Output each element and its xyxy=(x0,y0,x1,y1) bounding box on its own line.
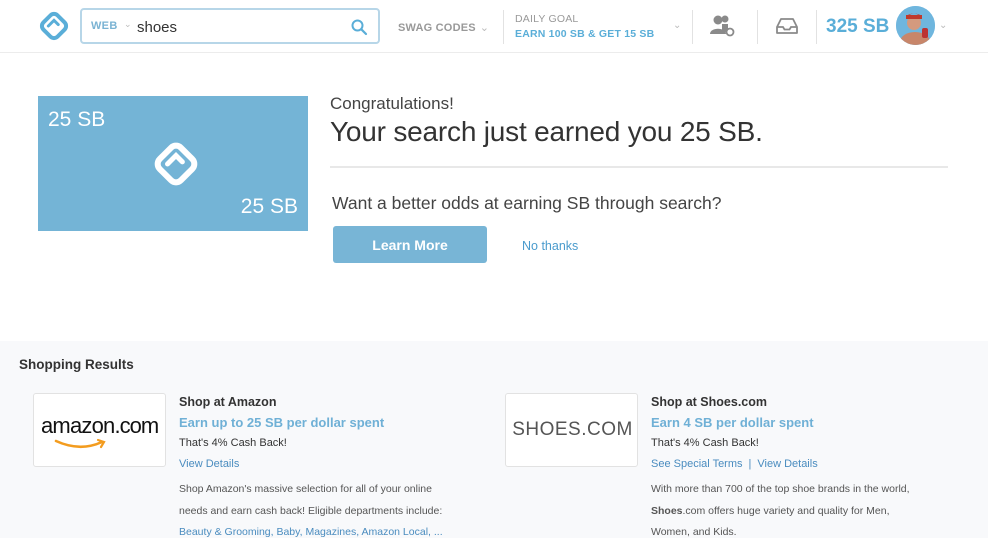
divider xyxy=(757,10,758,44)
search-scope-dropdown[interactable]: WEB xyxy=(91,20,118,32)
no-thanks-link[interactable]: No thanks xyxy=(522,239,578,253)
shoes-logo-text: SHOES.COM xyxy=(512,419,633,440)
chevron-down-icon[interactable]: ⌄ xyxy=(939,20,947,31)
daily-goal-menu[interactable]: DAILY GOAL EARN 100 SB & GET 15 SB xyxy=(515,13,654,40)
swag-codes-menu[interactable]: SWAG CODES ⌄ xyxy=(398,21,489,34)
view-details-link[interactable]: View Details xyxy=(757,458,817,470)
chevron-down-icon[interactable]: ⌄ xyxy=(124,19,132,30)
view-details-link[interactable]: View Details xyxy=(179,458,239,470)
swagbucks-logo-icon[interactable] xyxy=(38,10,70,42)
reward-card: 25 SB 25 SB xyxy=(38,96,308,231)
description-line: Shop Amazon's massive selection for all … xyxy=(179,483,432,495)
amazon-logo-suffix: .com xyxy=(114,413,159,438)
divider xyxy=(816,10,817,44)
shoes-logo[interactable]: SHOES.COM xyxy=(505,393,638,467)
promo-question: Want a better odds at earning SB through… xyxy=(332,193,722,213)
divider xyxy=(330,166,948,168)
swagbucks-logo-icon xyxy=(154,142,198,186)
merchant-name[interactable]: Shop at Amazon xyxy=(179,395,489,415)
daily-goal-value: EARN 100 SB & GET 15 SB xyxy=(515,28,655,40)
reward-amount-top: 25 SB xyxy=(48,108,106,131)
congrats-label: Congratulations! xyxy=(330,94,454,113)
swag-codes-label: SWAG CODES xyxy=(398,22,476,34)
divider xyxy=(692,10,693,44)
amazon-smile-icon xyxy=(54,438,106,449)
daily-goal-label: DAILY GOAL xyxy=(515,13,579,25)
avatar-image xyxy=(896,6,935,45)
chevron-down-icon[interactable]: ⌄ xyxy=(673,20,681,31)
merchant-info: Shop at Shoes.com Earn 4 SB per dollar s… xyxy=(651,395,961,544)
merchant-earn-rate[interactable]: Earn 4 SB per dollar spent xyxy=(651,415,961,437)
description-line: needs and earn cash back! Eligible depar… xyxy=(179,504,443,517)
merchant-info: Shop at Amazon Earn up to 25 SB per doll… xyxy=(179,395,489,544)
description-line: Women, and Kids. xyxy=(651,526,737,538)
user-avatar[interactable] xyxy=(896,6,935,45)
amazon-logo-word: amazon xyxy=(41,413,115,438)
learn-more-button[interactable]: Learn More xyxy=(333,226,487,263)
top-bar: WEB ⌄ SWAG CODES⌄ DAILY GOAL EARN 100 SB… xyxy=(0,0,988,53)
search-icon[interactable] xyxy=(350,18,368,36)
description-line: With more than 700 of the top shoe brand… xyxy=(651,483,910,495)
merchant-cash-back: That's 4% Cash Back! xyxy=(651,437,759,449)
brand-name: Shoes xyxy=(651,504,683,517)
search-input[interactable] xyxy=(137,16,337,38)
merchant-description: With more than 700 of the top shoe brand… xyxy=(651,479,961,544)
merchant-links: See Special Terms | View Details xyxy=(651,458,961,479)
merchant-description: Shop Amazon's massive selection for all … xyxy=(179,479,489,544)
merchant-links: View Details xyxy=(179,458,489,479)
special-terms-link[interactable]: See Special Terms xyxy=(651,458,743,470)
merchant-earn-rate[interactable]: Earn up to 25 SB per dollar spent xyxy=(179,415,489,437)
shopping-results: Shopping Results amazon.com Shop at Amaz… xyxy=(0,341,988,538)
divider xyxy=(503,10,504,44)
shopping-results-title: Shopping Results xyxy=(19,357,134,372)
description-line: Shoes.com offers huge variety and qualit… xyxy=(651,501,961,523)
merchant-cash-back: That's 4% Cash Back! xyxy=(179,437,287,449)
inbox-icon[interactable] xyxy=(776,16,798,36)
departments-link[interactable]: Beauty & Grooming, Baby, Magazines, Amaz… xyxy=(179,526,443,538)
search-bar: WEB ⌄ xyxy=(80,8,380,44)
link-separator: | xyxy=(748,458,752,470)
description-text: .com offers huge variety and quality for… xyxy=(682,504,890,517)
amazon-logo[interactable]: amazon.com xyxy=(33,393,166,467)
sb-balance[interactable]: 325 SB xyxy=(826,16,889,38)
friends-icon[interactable] xyxy=(710,14,738,38)
reward-headline: Your search just earned you 25 SB. xyxy=(330,116,763,147)
merchant-name[interactable]: Shop at Shoes.com xyxy=(651,395,961,415)
amazon-logo-text: amazon.com xyxy=(41,413,159,439)
reward-amount-bottom: 25 SB xyxy=(240,195,298,218)
chevron-down-icon: ⌄ xyxy=(479,22,490,34)
